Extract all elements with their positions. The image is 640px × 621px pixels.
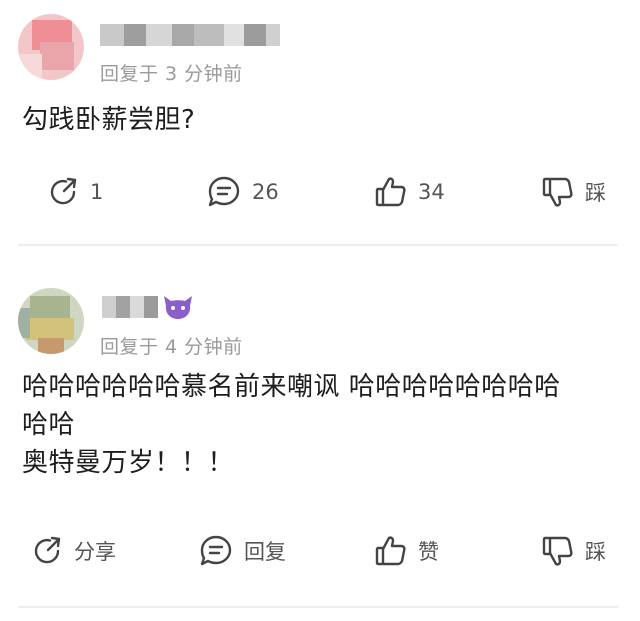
share-label: 分享 bbox=[74, 540, 116, 564]
reply-button[interactable]: 26 bbox=[206, 175, 279, 209]
comment-text-line: 哈哈哈哈哈哈慕名前来嘲讽 哈哈哈哈哈哈哈哈 bbox=[22, 372, 561, 402]
divider bbox=[18, 606, 618, 608]
username-blurred[interactable] bbox=[100, 24, 280, 46]
reply-label: 回复 bbox=[244, 540, 286, 564]
reply-count: 26 bbox=[252, 180, 279, 204]
avatar[interactable] bbox=[18, 14, 84, 80]
like-count: 34 bbox=[418, 180, 445, 204]
reply-button[interactable]: 回复 bbox=[198, 534, 286, 568]
comment-text: 勾践卧薪尝胆? bbox=[22, 105, 196, 135]
like-label: 赞 bbox=[418, 540, 439, 564]
divider bbox=[18, 244, 618, 246]
comment-text-line: 奥特曼万岁！！！ bbox=[22, 448, 235, 478]
dislike-label: 踩 bbox=[585, 540, 606, 564]
dislike-button[interactable]: 踩 bbox=[541, 175, 606, 209]
share-count: 1 bbox=[90, 180, 104, 204]
comment-text-line: 哈哈 bbox=[22, 410, 76, 440]
reply-time: 回复于 4 分钟前 bbox=[100, 336, 243, 358]
share-icon bbox=[34, 536, 61, 564]
like-button[interactable]: 赞 bbox=[374, 534, 439, 568]
reply-time: 回复于 3 分钟前 bbox=[100, 63, 243, 85]
comment-text: 哈哈哈哈哈哈慕名前来嘲讽 哈哈哈哈哈哈哈哈 哈哈 奥特曼万岁！！！ bbox=[22, 368, 561, 482]
thumbs-up-icon bbox=[375, 536, 406, 566]
avatar[interactable] bbox=[18, 288, 84, 354]
dislike-button[interactable]: 踩 bbox=[541, 534, 606, 568]
share-button[interactable]: 1 bbox=[46, 175, 103, 209]
comment-item: 回复于 3 分钟前 勾践卧薪尝胆? 1 26 34 踩 bbox=[0, 0, 640, 246]
comment-icon bbox=[208, 176, 240, 207]
thumbs-up-icon bbox=[375, 177, 406, 207]
comment-item: 回复于 4 分钟前 哈哈哈哈哈哈慕名前来嘲讽 哈哈哈哈哈哈哈哈 哈哈 奥特曼万岁… bbox=[0, 248, 640, 608]
share-button[interactable]: 分享 bbox=[30, 534, 116, 568]
share-icon bbox=[50, 177, 77, 205]
thumbs-down-icon bbox=[542, 177, 573, 207]
comment-icon bbox=[200, 535, 232, 566]
like-button[interactable]: 34 bbox=[374, 175, 445, 209]
username-blurred[interactable] bbox=[102, 296, 158, 318]
dislike-label: 踩 bbox=[585, 181, 606, 205]
devil-badge-icon bbox=[164, 296, 192, 319]
thumbs-down-icon bbox=[542, 536, 573, 566]
